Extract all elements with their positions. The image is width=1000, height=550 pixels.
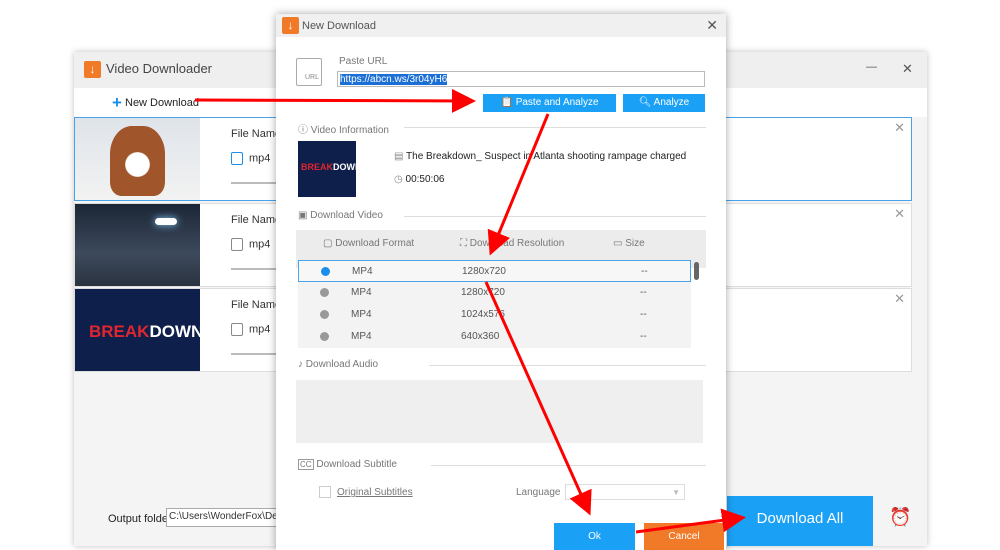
arrow-to-resolution	[487, 113, 550, 256]
arrow-to-download-all	[635, 508, 746, 534]
annotation-arrows	[194, 88, 746, 534]
arrow-to-paste-analyze	[194, 88, 476, 113]
arrow-to-ok	[484, 281, 592, 516]
